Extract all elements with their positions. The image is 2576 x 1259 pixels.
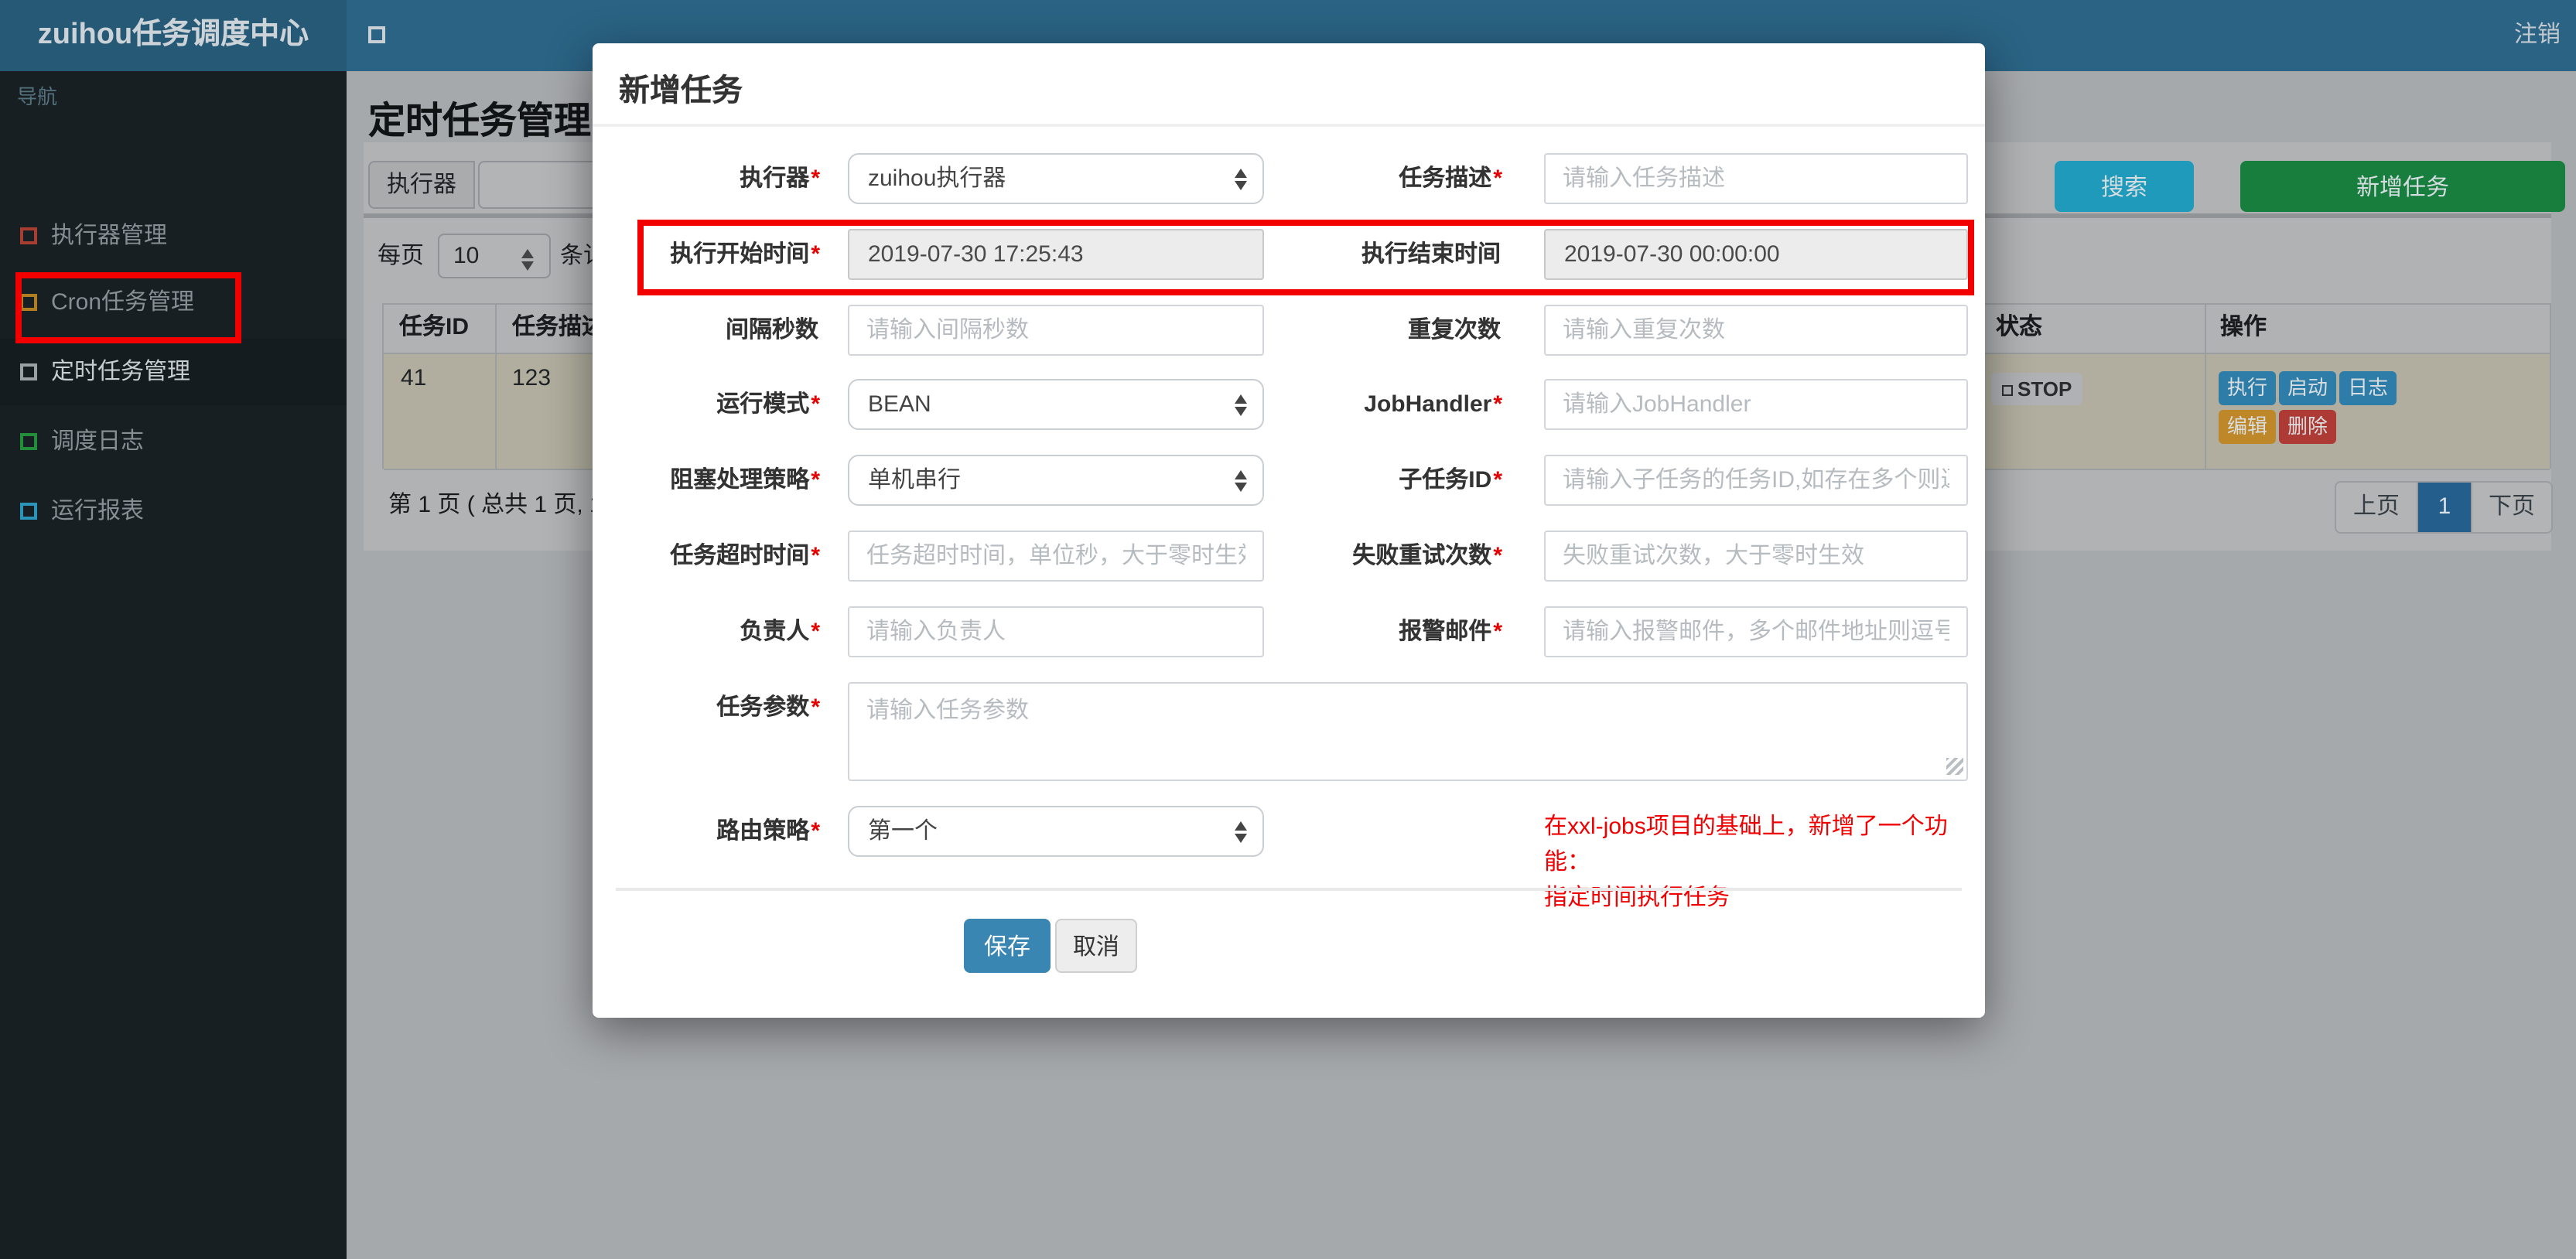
save-button[interactable]: 保存 xyxy=(964,919,1051,973)
repeat-count-input[interactable] xyxy=(1544,305,1968,356)
page-1-button[interactable]: 1 xyxy=(2417,483,2471,532)
modal-title: 新增任务 xyxy=(619,74,743,108)
prev-page-button[interactable]: 上页 xyxy=(2336,483,2417,532)
jobhandler-label: JobHandler * xyxy=(1364,391,1502,418)
owner-input[interactable] xyxy=(848,606,1264,657)
perpage-select[interactable]: 10 xyxy=(438,234,551,278)
sidebar-section-label: 导航 xyxy=(17,85,58,108)
timeout-input[interactable] xyxy=(848,531,1264,582)
executor-select[interactable]: zuihou执行器 xyxy=(848,153,1264,204)
new-task-modal: 新增任务 执行器* zuihou执行器 任务描述* 执行开始时间* 2019-0… xyxy=(593,43,1985,1018)
start-button[interactable]: 启动 xyxy=(2279,371,2336,405)
repeat-count-label: 重复次数 xyxy=(1407,317,1501,343)
route-strategy-label: 路由策略 * xyxy=(716,818,820,844)
interval-label: 间隔秒数 xyxy=(725,317,818,343)
feature-note: 在xxl-jobs项目的基础上，新增了一个功能： 指定时间执行任务 xyxy=(1544,814,1948,911)
page-title: 定时任务管理 xyxy=(368,101,591,142)
executor-filter-label: 执行器 xyxy=(368,161,475,209)
app-root: zuihou任务调度中心 注销 导航 执行器管理 Cron任务管理 定时任务管理… xyxy=(0,0,2576,1259)
child-task-label: 子任务ID * xyxy=(1399,467,1502,493)
run-mode-label: 运行模式 * xyxy=(716,391,820,418)
modal-header: 新增任务 xyxy=(593,43,1985,127)
select-arrows-icon xyxy=(1235,818,1247,846)
route-strategy-select[interactable]: 第一个 xyxy=(848,806,1264,857)
sidebar-item-run-report[interactable]: 运行报表 xyxy=(0,478,347,544)
timeout-label: 任务超时时间 * xyxy=(670,543,820,569)
cancel-button[interactable]: 取消 xyxy=(1055,919,1137,973)
red-annotation-box-time-row xyxy=(637,220,1974,295)
col-header-task-id[interactable]: 任务ID xyxy=(399,303,469,353)
sidebar-item-label: 调度日志 xyxy=(51,428,145,455)
brand[interactable]: zuihou任务调度中心 xyxy=(0,0,347,71)
col-header-task-desc[interactable]: 任务描述 xyxy=(512,303,605,353)
square-outline-icon xyxy=(20,433,37,450)
col-header-operation[interactable]: 操作 xyxy=(2220,303,2267,353)
jobhandler-input[interactable] xyxy=(1544,379,1968,430)
block-strategy-label: 阻塞处理策略 * xyxy=(670,467,820,493)
alarm-email-label: 报警邮件 * xyxy=(1399,619,1502,645)
square-outline-icon xyxy=(20,503,37,520)
red-annotation-box-sidebar xyxy=(15,272,241,343)
square-outline-icon xyxy=(20,363,37,380)
alarm-email-input[interactable] xyxy=(1544,606,1968,657)
delete-button[interactable]: 删除 xyxy=(2279,410,2336,444)
sidebar: 导航 执行器管理 Cron任务管理 定时任务管理 调度日志 运行报表 xyxy=(0,71,347,1259)
edit-button[interactable]: 编辑 xyxy=(2219,410,2276,444)
select-arrows-icon xyxy=(521,246,534,274)
next-page-button[interactable]: 下页 xyxy=(2471,483,2551,532)
status-square-icon xyxy=(2002,385,2013,396)
square-outline-icon xyxy=(20,227,37,244)
sidebar-item-dispatch-log[interactable]: 调度日志 xyxy=(0,408,347,475)
run-mode-select[interactable]: BEAN xyxy=(848,379,1264,430)
status-badge: STOP xyxy=(1991,373,2083,405)
add-task-button[interactable]: 新增任务 xyxy=(2240,161,2565,212)
pagination: 上页 1 下页 xyxy=(2335,481,2553,534)
task-desc-input[interactable] xyxy=(1544,153,1968,204)
run-button[interactable]: 执行 xyxy=(2219,371,2276,405)
sidebar-item-label: 运行报表 xyxy=(51,498,145,524)
logout-link[interactable]: 注销 xyxy=(2514,0,2561,71)
owner-label: 负责人 * xyxy=(740,619,820,645)
sidebar-item-label: 定时任务管理 xyxy=(51,359,191,385)
pagination-info: 第 1 页 ( 总共 1 页, 1 xyxy=(388,492,603,518)
cell-task-desc: 123 xyxy=(512,365,552,391)
form-divider xyxy=(616,888,1962,891)
sidebar-item-timed-task[interactable]: 定时任务管理 xyxy=(0,339,347,405)
block-strategy-select[interactable]: 单机串行 xyxy=(848,455,1264,506)
sidebar-toggle-icon[interactable] xyxy=(368,26,385,43)
retry-count-input[interactable] xyxy=(1544,531,1968,582)
resize-grip-icon[interactable] xyxy=(1946,758,1963,775)
task-desc-label: 任务描述 * xyxy=(1399,165,1502,192)
task-params-label: 任务参数 * xyxy=(716,694,820,721)
executor-label: 执行器 * xyxy=(740,165,820,192)
task-params-textarea[interactable] xyxy=(848,682,1968,781)
retry-count-label: 失败重试次数 * xyxy=(1352,543,1502,569)
child-task-input[interactable] xyxy=(1544,455,1968,506)
sidebar-item-label: 执行器管理 xyxy=(51,223,168,249)
search-button[interactable]: 搜索 xyxy=(2055,161,2194,212)
cell-task-id: 41 xyxy=(401,365,427,391)
perpage-prefix-label: 每页 xyxy=(378,243,425,269)
interval-input[interactable] xyxy=(848,305,1264,356)
log-button[interactable]: 日志 xyxy=(2339,371,2397,405)
sidebar-item-executor-manage[interactable]: 执行器管理 xyxy=(0,203,347,269)
col-header-status[interactable]: 状态 xyxy=(1996,303,2042,353)
